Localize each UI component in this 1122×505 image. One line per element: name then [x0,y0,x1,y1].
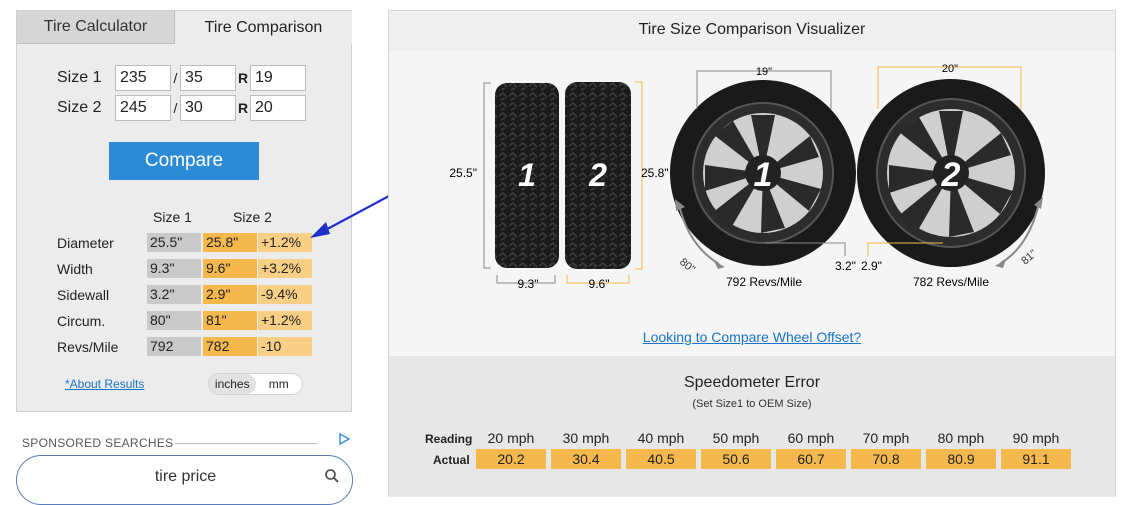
actual-row-label: Actual [433,453,470,467]
speed-reading: 50 mph [712,430,760,446]
wheel1-number-label: 1 [754,156,773,194]
result-diff-value: +3.2% [258,259,312,278]
size1-label: Size 1 [57,69,102,86]
result-row-sidewall: Sidewall 3.2" 2.9" -9.4% [57,285,312,304]
speed-actual: 30.4 [551,449,621,469]
tire-visualization: 1 2 25.5" 25.8" 9.3" 9.6" 1 19" 3.2" 80"… [449,63,1045,291]
results-col-size1: Size 1 [153,209,192,225]
size1-rim-input[interactable] [250,65,306,91]
result-size1-value: 792 [147,337,201,356]
result-label: Revs/Mile [57,338,119,355]
result-label: Sidewall [57,286,110,303]
unit-mm-option[interactable]: mm [256,374,303,394]
speed-reading: 30 mph [562,430,610,446]
sponsored-divider [175,443,317,444]
size1-slash: / [173,70,178,86]
result-label: Width [57,260,93,277]
about-results-link[interactable]: *About Results [65,377,144,391]
speed-actual: 20.2 [476,449,546,469]
result-size1-value: 80" [147,311,201,330]
speed-actual: 40.5 [626,449,696,469]
result-row-revs-mile: Revs/Mile 792 782 -10 [57,337,312,356]
tire1-width-label: 9.3" [518,277,539,291]
wheel1-revs-label: 792 Revs/Mile [726,275,802,289]
compare-wheel-offset-link[interactable]: Looking to Compare Wheel Offset? [389,329,1115,345]
result-row-width: Width 9.3" 9.6" +3.2% [57,259,312,278]
comparison-visualizer-panel: Tire Size Comparison Visualizer 1 2 25.5… [388,10,1116,497]
wheel2-number-label: 2 [941,156,961,194]
result-size2-value: 9.6" [203,259,257,278]
result-size2-value: 2.9" [203,285,257,304]
result-size1-value: 25.5" [147,233,201,252]
size1-r-label: R [237,70,249,86]
size1-row: Size 1 / R [57,65,306,91]
wheel1-circumference-label: 80" [677,256,697,276]
speedometer-error-section: Speedometer Error (Set Size1 to OEM Size… [389,356,1115,497]
size2-width-input[interactable] [115,95,171,121]
speedometer-subtitle: (Set Size1 to OEM Size) [692,398,812,410]
tire1-height-label: 25.5" [449,166,477,180]
tire2-width-label: 9.6" [589,277,610,291]
size2-r-label: R [237,100,249,116]
speedometer-title: Speedometer Error [683,374,821,391]
wheel2-rim-label: 20" [942,63,958,75]
result-size1-value: 9.3" [147,259,201,278]
result-size2-value: 81" [203,311,257,330]
tab-tire-calculator[interactable]: Tire Calculator [17,11,175,44]
size2-aspect-input[interactable] [180,95,236,121]
result-row-diameter: Diameter 25.5" 25.8" +1.2% [57,233,312,252]
size2-label: Size 2 [57,99,102,116]
size2-rim-input[interactable] [250,95,306,121]
speed-reading: 60 mph [787,430,835,446]
result-size2-value: 782 [203,337,257,356]
speed-actual: 91.1 [1001,449,1071,469]
wheel1-sidewall-label: 3.2" [835,259,856,273]
size2-slash: / [173,100,178,116]
tire1-number-label: 1 [518,157,536,193]
speed-reading: 90 mph [1012,430,1060,446]
result-diff-value: -9.4% [258,285,312,304]
speed-reading: 40 mph [637,430,685,446]
result-row-circumference: Circum. 80" 81" +1.2% [57,311,312,330]
result-size1-value: 3.2" [147,285,201,304]
result-diff-value: +1.2% [258,311,312,330]
visualizer-title: Tire Size Comparison Visualizer [638,21,866,38]
result-diff-value: -10 [258,337,312,356]
search-icon[interactable] [324,468,340,484]
size1-aspect-input[interactable] [180,65,236,91]
reading-row-label: Reading [425,432,473,446]
sponsored-search-box[interactable]: tire price [16,455,353,505]
wheel2-circumference-label: 81" [1019,248,1039,268]
unit-inches-option[interactable]: inches [209,374,256,394]
wheel1-rim-label: 19" [756,66,772,78]
tire2-height-label: 25.8" [641,166,669,180]
unit-toggle[interactable]: inches mm [208,373,303,395]
result-size2-value: 25.8" [203,233,257,252]
results-col-size2: Size 2 [233,209,272,225]
tire2-number-label: 2 [588,157,607,193]
speed-actual: 70.8 [851,449,921,469]
result-label: Circum. [57,312,106,329]
size2-row: Size 2 / R [57,95,306,121]
speed-actual: 60.7 [776,449,846,469]
speed-reading: 20 mph [487,430,535,446]
sponsored-search-text: tire price [154,468,217,485]
speed-reading: 80 mph [937,430,985,446]
wheel2-sidewall-label: 2.9" [861,259,882,273]
tab-tire-comparison[interactable]: Tire Comparison [175,11,352,44]
speed-actual: 80.9 [926,449,996,469]
visualizer-area: 1 2 25.5" 25.8" 9.3" 9.6" 1 19" 3.2" 80"… [389,51,1115,356]
result-label: Diameter [57,234,114,251]
wheel2-revs-label: 782 Revs/Mile [913,275,989,289]
speed-actual: 50.6 [701,449,771,469]
speed-reading: 70 mph [862,430,910,446]
ad-choices-icon[interactable] [337,432,351,446]
size1-width-input[interactable] [115,65,171,91]
compare-button[interactable]: Compare [109,142,259,180]
sponsored-searches-label: SPONSORED SEARCHES [22,436,174,450]
